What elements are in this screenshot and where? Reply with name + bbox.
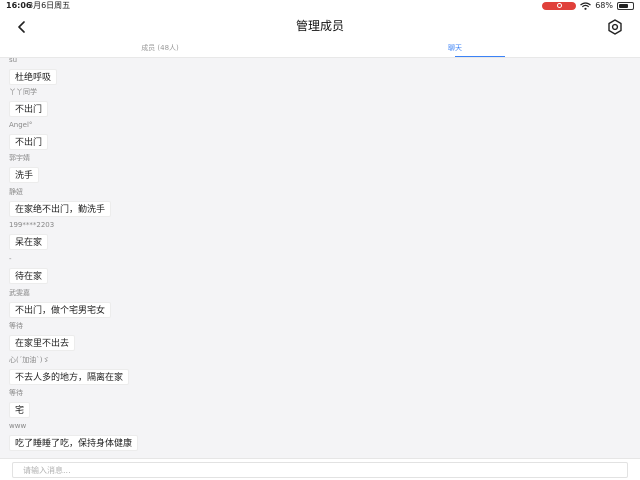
wifi-icon: [580, 1, 592, 10]
status-date: 3月6日周五: [28, 1, 71, 10]
message-bubble[interactable]: 不去人多的地方，隔离在家: [9, 369, 130, 385]
chat-message: 静妞 在家绝不出门，勤洗手: [9, 188, 112, 217]
sender-name: 等待: [9, 322, 23, 330]
message-input[interactable]: [12, 462, 628, 478]
message-bubble[interactable]: 吃了睡睡了吃，保持身体健康: [9, 435, 139, 451]
chat-message: 丫丫同学 不出门: [9, 88, 49, 117]
message-composer: [0, 458, 640, 480]
chat-message: 郭宇婧 洗手: [9, 154, 40, 183]
chat-message-list[interactable]: su 杜绝呼吸 丫丫同学 不出门 Angel° 不出门 郭宇婧 洗手 静妞 在家…: [0, 58, 640, 458]
chat-message: 武雯嘉 不出门，做个宅男宅女: [9, 289, 112, 318]
message-bubble[interactable]: 宅: [9, 402, 31, 418]
status-bar: 16:06 3月6日周五 68%: [0, 0, 640, 11]
settings-button[interactable]: [606, 18, 624, 36]
message-bubble[interactable]: 在家绝不出门，勤洗手: [9, 201, 112, 217]
chat-message: 等待 宅: [9, 389, 31, 418]
battery-percent: 68%: [595, 1, 613, 10]
chat-message: 心(´加油`)ゞ 不去人多的地方，隔离在家: [9, 356, 130, 385]
message-bubble[interactable]: 在家里不出去: [9, 335, 76, 351]
screen-recording-icon: [542, 1, 577, 10]
sender-name: 武雯嘉: [9, 289, 30, 297]
settings-icon: [608, 19, 622, 35]
chat-message: 199****2203 呆在家: [9, 221, 54, 250]
sender-name: 郭宇婧: [9, 154, 30, 162]
page-title: 管理成员: [295, 19, 344, 33]
status-indicators: 68%: [542, 0, 634, 11]
message-bubble[interactable]: 不出门: [9, 134, 49, 150]
message-bubble[interactable]: 不出门，做个宅男宅女: [9, 302, 112, 318]
chat-message: Angel° 不出门: [9, 121, 49, 150]
sender-name: 丫丫同学: [9, 88, 37, 96]
sender-name: su: [9, 58, 18, 64]
chat-message: - 待在家: [9, 255, 49, 284]
message-bubble[interactable]: 呆在家: [9, 234, 49, 250]
sender-name: 心(´加油`)ゞ: [9, 356, 50, 364]
chat-message: 等待 在家里不出去: [9, 322, 76, 351]
sender-name: www: [9, 422, 27, 430]
battery-icon: [617, 1, 634, 10]
chat-message: www 吃了睡睡了吃，保持身体健康: [9, 422, 139, 451]
tab-members[interactable]: 成员 (48人): [110, 42, 210, 58]
tab-bar: 成员 (48人) 聊天: [0, 42, 640, 58]
chat-message: su 杜绝呼吸: [9, 58, 58, 85]
message-bubble[interactable]: 不出门: [9, 101, 49, 117]
navigation-bar: 管理成员: [0, 11, 640, 42]
sender-name: Angel°: [9, 121, 33, 129]
active-tab-indicator: [455, 56, 505, 57]
sender-name: 199****2203: [9, 221, 55, 229]
sender-name: 静妞: [9, 188, 23, 196]
message-bubble[interactable]: 洗手: [9, 167, 40, 183]
sender-name: -: [9, 255, 12, 263]
message-bubble[interactable]: 待在家: [9, 268, 49, 284]
message-bubble[interactable]: 杜绝呼吸: [9, 69, 58, 85]
sender-name: 等待: [9, 389, 23, 397]
